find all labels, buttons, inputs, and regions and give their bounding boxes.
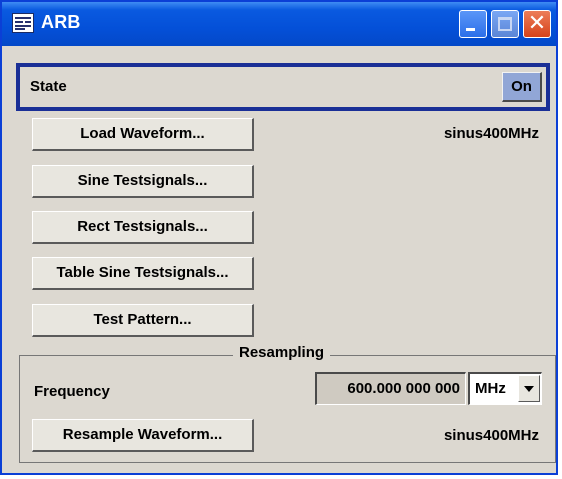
maximize-button[interactable] xyxy=(491,10,519,38)
minimize-icon xyxy=(466,28,475,31)
sine-testsignals-button[interactable]: Sine Testsignals... xyxy=(32,165,254,198)
resampled-waveform-name: sinus400MHz xyxy=(443,427,539,444)
title-bar[interactable]: ARB ✕ xyxy=(2,2,556,46)
resample-waveform-button[interactable]: Resample Waveform... xyxy=(32,419,254,452)
chevron-down-icon xyxy=(524,386,534,392)
resampling-group-title: Resampling xyxy=(233,344,331,361)
arb-dialog-window: ARB ✕ State On Load Waveform... sinus400… xyxy=(0,0,558,475)
frequency-unit-value: MHz xyxy=(475,380,506,397)
test-pattern-button[interactable]: Test Pattern... xyxy=(32,304,254,337)
app-window-icon xyxy=(12,13,34,33)
frequency-label: Frequency xyxy=(34,383,110,400)
close-button[interactable]: ✕ xyxy=(523,10,551,38)
window-title: ARB xyxy=(41,12,81,32)
state-label: State xyxy=(30,78,67,95)
state-toggle[interactable]: On xyxy=(502,72,542,102)
maximize-icon xyxy=(498,17,512,31)
frequency-unit-select[interactable]: MHz xyxy=(468,372,542,405)
load-waveform-button[interactable]: Load Waveform... xyxy=(32,118,254,151)
frequency-input[interactable]: 600.000 000 000 xyxy=(315,372,466,405)
loaded-waveform-name: sinus400MHz xyxy=(443,125,539,142)
rect-testsignals-button[interactable]: Rect Testsignals... xyxy=(32,211,254,244)
state-panel: State On xyxy=(16,63,550,111)
unit-dropdown-button[interactable] xyxy=(518,375,540,402)
table-sine-testsignals-button[interactable]: Table Sine Testsignals... xyxy=(32,257,254,290)
close-icon: ✕ xyxy=(527,11,547,36)
minimize-button[interactable] xyxy=(459,10,487,38)
